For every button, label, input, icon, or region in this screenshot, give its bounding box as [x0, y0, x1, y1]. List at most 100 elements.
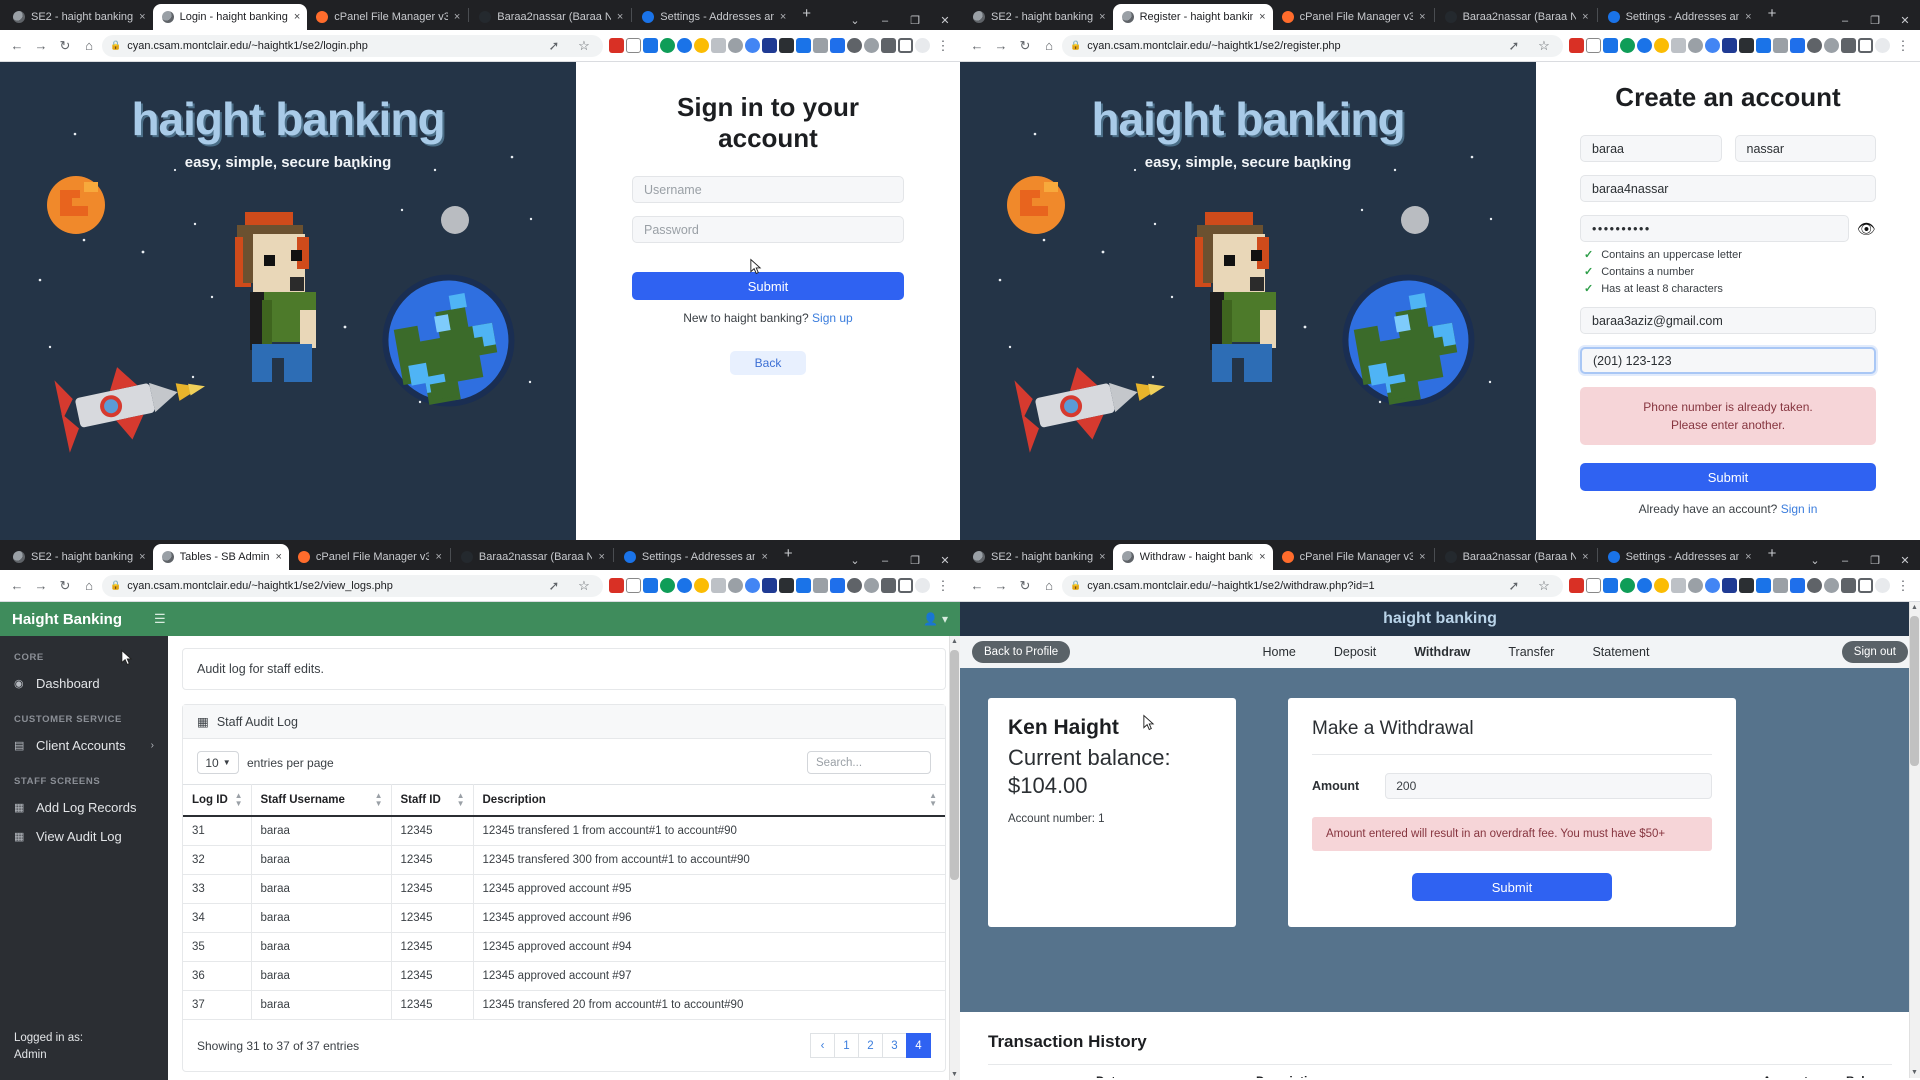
sidepanel-icon[interactable]: [1858, 578, 1873, 593]
pagination-page-4[interactable]: 4: [906, 1033, 931, 1058]
phone-field[interactable]: (201) 123-123: [1580, 347, 1876, 374]
extension-icon[interactable]: [1773, 578, 1788, 593]
extension-icon[interactable]: [813, 38, 828, 53]
sidepanel-icon[interactable]: [898, 578, 913, 593]
share-icon[interactable]: ➚: [1503, 578, 1525, 594]
close-icon[interactable]: ×: [454, 11, 460, 23]
close-icon[interactable]: ×: [1582, 551, 1588, 563]
extension-icon[interactable]: [1739, 38, 1754, 53]
extension-icon[interactable]: [1569, 38, 1584, 53]
moon-icon[interactable]: [1722, 38, 1737, 53]
tab-tables-sb-admin[interactable]: Tables - SB Admin ×: [152, 544, 289, 570]
star-icon[interactable]: ☆: [1533, 38, 1555, 54]
tab-settings-addresses[interactable]: Settings - Addresses and ×: [1599, 4, 1759, 30]
extension-icon[interactable]: [1824, 38, 1839, 53]
moon-icon[interactable]: [762, 38, 777, 53]
extension-icon[interactable]: [796, 38, 811, 53]
nav-link-statement[interactable]: Statement: [1592, 645, 1649, 659]
camera-icon[interactable]: [1671, 38, 1686, 53]
restore-button[interactable]: ❐: [900, 554, 930, 567]
scroll-down-arrow[interactable]: ▼: [950, 1071, 959, 1078]
tab-github-baraa2nassar[interactable]: Baraa2nassar (Baraa Nass ×: [452, 544, 612, 570]
address-bar[interactable]: 🔒 cyan.csam.montclair.edu/~haightk1/se2/…: [102, 574, 603, 597]
tab-cpanel-file-manager[interactable]: cPanel File Manager v3 ×: [1273, 4, 1433, 30]
tab-settings-addresses[interactable]: Settings - Addresses and ×: [615, 544, 775, 570]
back-to-profile-button[interactable]: Back to Profile: [972, 641, 1071, 663]
new-tab-button[interactable]: +: [1759, 545, 1786, 566]
close-icon[interactable]: ×: [139, 11, 145, 23]
back-icon[interactable]: ←: [6, 38, 28, 53]
extension-icon[interactable]: [609, 578, 624, 593]
minimize-button[interactable]: –: [870, 15, 900, 27]
extension-icon[interactable]: [1637, 38, 1652, 53]
browser-menu-icon[interactable]: ⋮: [1892, 578, 1914, 594]
tab-github-baraa2nassar[interactable]: Baraa2nassar (Baraa Nass ×: [1436, 544, 1596, 570]
mail-icon[interactable]: [626, 38, 641, 53]
close-icon[interactable]: ×: [1419, 11, 1425, 23]
extension-icon[interactable]: [847, 578, 862, 593]
puzzle-icon[interactable]: [1841, 578, 1856, 593]
tab-withdraw-haight-banking[interactable]: Withdraw - haight bankin ×: [1112, 544, 1273, 570]
tab-se2-haight-banking[interactable]: SE2 - haight banking ×: [964, 4, 1113, 30]
tab-se2-haight-banking[interactable]: SE2 - haight banking ×: [4, 544, 153, 570]
tab-cpanel-file-manager[interactable]: cPanel File Manager v3 ×: [289, 544, 449, 570]
search-extension-icon[interactable]: [745, 578, 760, 593]
profile-icon[interactable]: [1875, 38, 1890, 53]
scroll-down-arrow[interactable]: ▼: [1910, 1069, 1919, 1076]
mail-icon[interactable]: [1586, 38, 1601, 53]
search-extension-icon[interactable]: [1705, 578, 1720, 593]
pagination-prev[interactable]: ‹: [810, 1033, 835, 1058]
column-header-log-id[interactable]: Log ID ▲ ▼: [183, 784, 252, 817]
sidebar-item-dashboard[interactable]: ◉ Dashboard: [0, 669, 168, 698]
extension-icon[interactable]: [1790, 38, 1805, 53]
extension-icon[interactable]: [779, 38, 794, 53]
tab-settings-addresses[interactable]: Settings - Addresses and ×: [1599, 544, 1759, 570]
extension-icon[interactable]: [779, 578, 794, 593]
extension-icon[interactable]: [694, 38, 709, 53]
pagination-page-3[interactable]: 3: [882, 1033, 907, 1058]
puzzle-icon[interactable]: [881, 578, 896, 593]
star-icon[interactable]: ☆: [573, 578, 595, 594]
nav-link-home[interactable]: Home: [1263, 645, 1296, 659]
tab-se2-haight-banking[interactable]: SE2 - haight banking ×: [4, 4, 153, 30]
sidepanel-icon[interactable]: [898, 38, 913, 53]
extension-icon[interactable]: [796, 578, 811, 593]
forward-icon[interactable]: →: [30, 38, 52, 53]
reload-icon[interactable]: ↻: [1014, 578, 1036, 594]
eye-extension-icon[interactable]: [728, 38, 743, 53]
share-icon[interactable]: ➚: [543, 38, 565, 54]
extension-icon[interactable]: [660, 578, 675, 593]
password-input[interactable]: Password: [632, 216, 904, 243]
scroll-thumb[interactable]: [1910, 616, 1919, 766]
extension-icon[interactable]: [847, 38, 862, 53]
sidebar-item-client-accounts[interactable]: ▤ Client Accounts ›: [0, 731, 168, 760]
star-icon[interactable]: ☆: [573, 38, 595, 54]
scroll-thumb[interactable]: [950, 650, 959, 880]
nav-link-deposit[interactable]: Deposit: [1334, 645, 1376, 659]
eye-extension-icon[interactable]: [1688, 578, 1703, 593]
tab-register-haight-banking[interactable]: Register - haight banking ×: [1112, 4, 1273, 30]
back-button[interactable]: Back: [730, 351, 806, 375]
sidepanel-icon[interactable]: [1858, 38, 1873, 53]
extension-icon[interactable]: [1739, 578, 1754, 593]
close-icon[interactable]: ×: [598, 551, 604, 563]
tab-settings-addresses[interactable]: Settings - Addresses and ×: [633, 4, 793, 30]
camera-icon[interactable]: [1671, 578, 1686, 593]
extension-icon[interactable]: [694, 578, 709, 593]
password-field[interactable]: ••••••••••: [1580, 215, 1849, 242]
forward-icon[interactable]: →: [30, 578, 52, 593]
close-icon[interactable]: ×: [1099, 551, 1105, 563]
browser-menu-icon[interactable]: ⋮: [1892, 38, 1914, 54]
search-extension-icon[interactable]: [745, 38, 760, 53]
signin-link[interactable]: Sign in: [1781, 502, 1818, 516]
new-tab-button[interactable]: +: [775, 545, 802, 566]
extension-icon[interactable]: [1654, 578, 1669, 593]
tab-login-haight-banking[interactable]: Login - haight banking ×: [152, 4, 308, 30]
new-tab-button[interactable]: +: [1759, 5, 1786, 26]
extension-icon[interactable]: [830, 578, 845, 593]
close-icon[interactable]: ×: [139, 551, 145, 563]
login-submit-button[interactable]: Submit: [632, 272, 904, 300]
pagination-page-2[interactable]: 2: [858, 1033, 883, 1058]
close-icon[interactable]: ×: [1582, 11, 1588, 23]
extension-icon[interactable]: [830, 38, 845, 53]
